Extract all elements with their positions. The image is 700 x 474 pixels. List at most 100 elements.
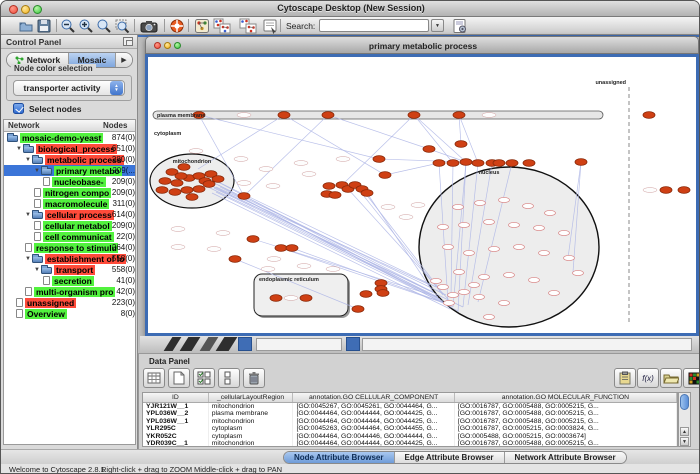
merge-networks-alt-icon[interactable] <box>239 18 257 34</box>
graph-node-small[interactable] <box>499 197 510 202</box>
tree-header[interactable]: Network Nodes <box>4 120 135 132</box>
tree-row[interactable]: cellular metabol209(0) <box>4 220 135 231</box>
tree-row[interactable]: nitrogen compo209(0) <box>4 187 135 198</box>
table-scrollbar[interactable]: ▲ ▼ <box>678 392 691 447</box>
tree-row[interactable]: Overview8(0) <box>4 308 135 319</box>
column-header[interactable]: annotation.GO MOLECULAR_FUNCTION <box>455 393 677 402</box>
graph-node-small[interactable] <box>444 300 455 305</box>
tab-edge-attribute-browser[interactable]: Edge Attribute Browser <box>395 452 505 463</box>
column-header[interactable]: ID <box>143 393 209 402</box>
graph-node[interactable] <box>159 178 171 185</box>
graph-node-small[interactable] <box>499 300 510 305</box>
graph-node-small[interactable] <box>438 284 449 289</box>
graph-node[interactable] <box>186 194 198 201</box>
graph-node[interactable] <box>352 306 364 313</box>
graph-node[interactable] <box>193 186 205 193</box>
expand-icon[interactable]: ▼ <box>25 157 31 163</box>
table-row[interactable]: YPL036W__1mitochondrion[GO:0044464, GO:0… <box>143 418 677 425</box>
graph-node[interactable] <box>455 141 467 148</box>
column-header[interactable]: _cellularLayoutRegion <box>209 393 294 402</box>
zoom-selected-icon[interactable] <box>113 18 131 34</box>
expand-icon[interactable]: ▼ <box>25 212 31 218</box>
new-attribute-icon[interactable] <box>168 368 190 388</box>
tree-row[interactable]: macromolecule311(0) <box>4 198 135 209</box>
node-color-combobox[interactable]: transporter activity ▲▼ <box>13 80 125 96</box>
tab-node-attribute-browser[interactable]: Node Attribute Browser <box>284 452 395 463</box>
tree-row[interactable]: ▼establishment of lo558(0) <box>4 253 135 264</box>
graph-node[interactable] <box>270 295 282 302</box>
graph-node-small[interactable] <box>564 255 575 260</box>
tree-row[interactable]: ▼biological_process651(0) <box>4 143 135 154</box>
graph-node-small[interactable] <box>489 246 500 251</box>
graph-edge[interactable] <box>414 115 453 163</box>
attribute-table-header[interactable]: ID_cellularLayoutRegionannotation.GO CEL… <box>143 393 677 403</box>
zoom-fit-icon[interactable] <box>95 18 113 34</box>
zoom-in-icon[interactable] <box>77 18 95 34</box>
graph-edge[interactable] <box>328 115 429 149</box>
save-icon[interactable] <box>35 18 53 34</box>
graph-node-small[interactable] <box>523 203 534 208</box>
graph-edge[interactable] <box>342 115 414 185</box>
network-canvas[interactable]: plasma membranecytoplasmmitochondrionnuc… <box>145 54 699 336</box>
tree-row[interactable]: multi-organism pro42(0) <box>4 286 135 297</box>
expand-icon[interactable]: ▼ <box>34 267 40 273</box>
graph-node[interactable] <box>373 156 385 163</box>
graph-node[interactable] <box>660 187 672 194</box>
tree-row[interactable]: ▼metabolic process280(0) <box>4 154 135 165</box>
tree-row[interactable]: response to stimulu264(0) <box>4 242 135 253</box>
graph-node[interactable] <box>247 236 259 243</box>
graph-node-small[interactable] <box>539 250 550 255</box>
graph-node-small[interactable] <box>559 230 570 235</box>
zoom-out-icon[interactable] <box>59 18 77 34</box>
matrix-view-icon[interactable] <box>683 368 700 388</box>
graph-node-small[interactable] <box>484 314 495 319</box>
table-row[interactable]: YDR039C__1mitochondrion[GO:0044464, GO:0… <box>143 440 677 447</box>
graph-node-small[interactable] <box>545 210 556 215</box>
tab-network-attribute-browser[interactable]: Network Attribute Browser <box>505 452 626 463</box>
column-header[interactable]: annotation.GO CELLULAR_COMPONENT <box>293 393 454 402</box>
graph-node-small[interactable] <box>504 272 515 277</box>
scroll-up-icon[interactable]: ▲ <box>680 427 689 436</box>
vizmapper-icon[interactable] <box>193 18 211 34</box>
graph-node-small[interactable] <box>474 294 485 299</box>
tabs-overflow-button[interactable]: ▶ <box>116 53 132 67</box>
select-nodes-checkbox[interactable] <box>13 103 24 114</box>
graph-node-small[interactable] <box>549 290 560 295</box>
network-window-titlebar[interactable]: primary metabolic process <box>145 36 699 54</box>
search-dropdown-button[interactable]: ▼ <box>431 19 444 32</box>
graph-node[interactable] <box>506 160 518 167</box>
graph-node-small[interactable] <box>443 244 454 249</box>
graph-node[interactable] <box>447 160 459 167</box>
table-row[interactable]: YLR295Ccytoplasm[GO:0045263, GO:0044464,… <box>143 425 677 432</box>
tree-row[interactable]: nucleobase-209(0) <box>4 176 135 187</box>
table-row[interactable]: YKR052Ccytoplasm[GO:0044464, GO:0044446,… <box>143 433 677 440</box>
graph-node[interactable] <box>286 245 298 252</box>
graph-node[interactable] <box>322 112 334 119</box>
tree-row[interactable]: ▼primary metabo209(... <box>4 165 135 176</box>
graph-node-small[interactable] <box>464 250 475 255</box>
unselect-attributes-icon[interactable] <box>218 368 240 388</box>
graph-node[interactable] <box>460 159 472 166</box>
graph-edge[interactable] <box>244 115 328 196</box>
graph-node[interactable] <box>171 180 183 187</box>
graph-edge[interactable] <box>459 115 478 163</box>
graph-node[interactable] <box>278 112 290 119</box>
graph-node[interactable] <box>212 176 224 183</box>
graph-node[interactable] <box>175 173 187 180</box>
import-attributes-icon[interactable] <box>451 18 469 34</box>
attribute-grid-icon[interactable] <box>143 368 165 388</box>
graph-node[interactable] <box>523 160 535 167</box>
graph-node[interactable] <box>329 192 341 199</box>
snapshot-icon[interactable] <box>140 18 158 34</box>
table-row[interactable]: YPL036W__2plasma membrane[GO:0044464, GO… <box>143 410 677 417</box>
attribute-table[interactable]: ID_cellularLayoutRegionannotation.GO CEL… <box>142 392 678 447</box>
function-builder-icon[interactable]: f(x) <box>637 368 659 388</box>
graph-node[interactable] <box>433 160 445 167</box>
graph-edge[interactable] <box>284 115 385 175</box>
open-icon[interactable] <box>17 18 35 34</box>
tree-row[interactable]: ▼cellular process614(0) <box>4 209 135 220</box>
graph-node-small[interactable] <box>514 244 525 249</box>
graph-node[interactable] <box>575 159 587 166</box>
graph-node[interactable] <box>493 160 505 167</box>
tree-row[interactable]: cell communicat22(0) <box>4 231 135 242</box>
